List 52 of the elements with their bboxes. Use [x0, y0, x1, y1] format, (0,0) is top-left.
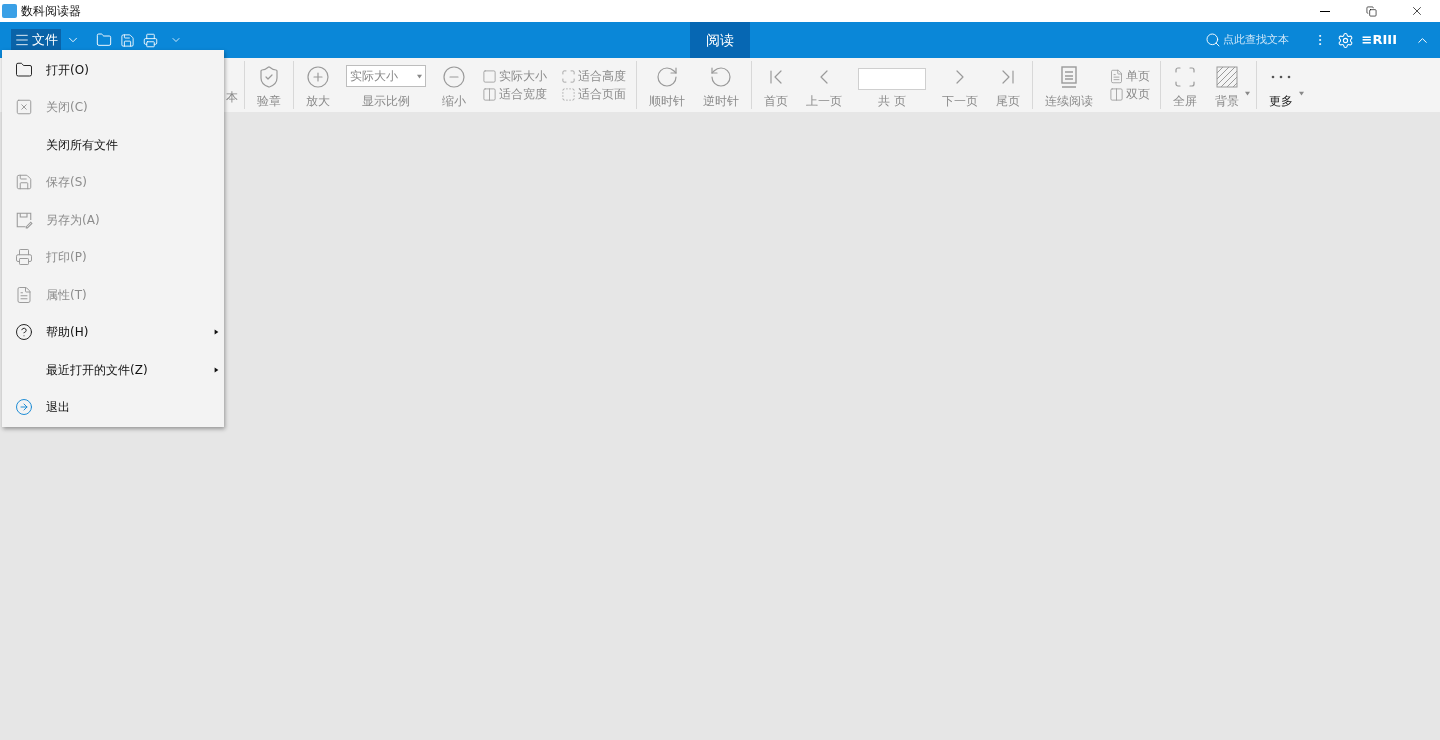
- page-number-field[interactable]: [858, 68, 926, 90]
- fit-height-icon: [561, 68, 576, 84]
- dropdown-caret-icon[interactable]: [1299, 90, 1304, 96]
- toolbar-button[interactable]: 更多: [1263, 61, 1299, 109]
- save-icon: [15, 173, 33, 192]
- search-icon: [1204, 32, 1221, 48]
- menu-icon: [14, 32, 30, 48]
- menu-item[interactable]: 最近打开的文件(Z): [2, 351, 224, 389]
- toolbar-label: 本: [226, 89, 238, 106]
- submenu-arrow-icon: [214, 366, 219, 373]
- close-icon: [1410, 4, 1424, 18]
- page-count-label: 共 页: [878, 95, 906, 107]
- search-field[interactable]: 点此查找文本: [1204, 31, 1295, 49]
- restore-icon: [1365, 5, 1377, 17]
- menu-item[interactable]: 打开(O): [2, 51, 224, 89]
- folder-icon: [15, 60, 33, 79]
- zoom-out-icon: [442, 65, 466, 89]
- fit-page-icon: [561, 86, 576, 102]
- minimize-icon: [1320, 10, 1330, 12]
- hatched-square-icon: [1215, 65, 1239, 89]
- help-icon: [15, 323, 33, 342]
- save-icon[interactable]: [120, 32, 135, 48]
- submenu-arrow-icon: [214, 329, 219, 336]
- print-icon: [15, 248, 33, 267]
- menu-item[interactable]: 关闭所有文件: [2, 126, 224, 164]
- dropdown-caret-icon: [417, 73, 422, 79]
- single-page-icon: [1109, 68, 1124, 84]
- ribbon-tab[interactable]: 阅读: [690, 22, 750, 58]
- more-icon: [1271, 75, 1291, 79]
- exit-icon: [15, 398, 33, 417]
- zoom-ratio-select[interactable]: 实际大小: [346, 65, 426, 87]
- shield-check-icon: [257, 65, 281, 89]
- window-title: 数科阅读器: [21, 3, 81, 20]
- properties-icon: [15, 285, 33, 304]
- fullscreen-icon: [1173, 65, 1197, 89]
- fit-width-icon: [482, 86, 497, 102]
- double-page-icon: [1109, 86, 1124, 102]
- toolbar-label: 显示比例: [362, 95, 410, 107]
- zoom-in-icon: [306, 65, 330, 89]
- menu-item[interactable]: 帮助(H): [2, 313, 224, 351]
- rotate-counterclockwise-icon: [709, 65, 733, 89]
- close-icon: [15, 98, 33, 117]
- file-menu-button[interactable]: 文件: [11, 29, 61, 51]
- save-as-icon: [15, 210, 33, 229]
- app-logo-icon: [2, 4, 17, 18]
- folder-icon[interactable]: [96, 32, 112, 48]
- print-icon[interactable]: [143, 32, 158, 48]
- account-label[interactable]: ≡RIII: [1361, 30, 1397, 50]
- settings-icon[interactable]: [1336, 31, 1354, 49]
- rotate-clockwise-icon: [655, 65, 679, 89]
- menu-item[interactable]: 退出: [2, 388, 224, 426]
- actual-size-icon: [482, 68, 497, 84]
